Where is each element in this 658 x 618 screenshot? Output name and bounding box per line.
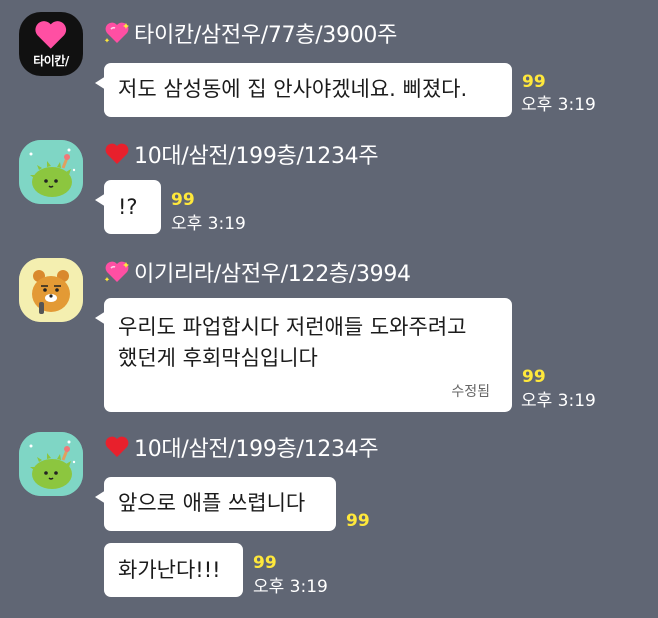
avatar-green-character[interactable] <box>19 140 83 204</box>
avatar-green-character[interactable] <box>19 432 83 496</box>
sparkling-heart-icon <box>35 21 67 49</box>
sparkling-heart-icon <box>104 261 129 282</box>
message-time: 오후 3:19 <box>521 391 596 411</box>
unread-count: 99 <box>522 367 546 387</box>
unread-count: 99 <box>522 72 546 92</box>
message-time: 오후 3:19 <box>171 214 246 234</box>
message-bubble[interactable]: 앞으로 애플 쓰렵니다 <box>95 477 336 531</box>
message-text-line: 우리도 파업합시다 저런애들 도와주려고 <box>118 315 467 339</box>
message-time: 오후 3:19 <box>521 95 596 115</box>
unread-count: 99 <box>253 553 277 573</box>
sender-name[interactable]: 타이칸/삼전우/77층/3900주 <box>104 17 397 49</box>
sparkling-heart-icon <box>104 22 129 43</box>
sender-name[interactable]: 10대/삼전/199층/1234주 <box>104 431 379 463</box>
message-text: 앞으로 애플 쓰렵니다 <box>118 491 306 515</box>
bear-character-icon <box>19 258 83 322</box>
green-character-icon <box>19 140 83 204</box>
unread-count: 99 <box>171 190 195 210</box>
message-text-line: 했던게 후회막심입니다 <box>118 346 318 370</box>
message-bubble[interactable]: 우리도 파업합시다 저런애들 도와주려고 했던게 후회막심입니다 수정됨 <box>95 298 512 412</box>
sender-name[interactable]: 10대/삼전/199층/1234주 <box>104 138 379 170</box>
edited-label: 수정됨 <box>451 384 490 400</box>
message-bubble[interactable]: 화가난다!!! <box>104 543 243 597</box>
green-character-icon <box>19 432 83 496</box>
message-bubble[interactable]: 저도 삼성동에 집 안사야겠네요. 삐졌다. <box>95 63 512 117</box>
avatar-ryan-character[interactable] <box>19 258 83 322</box>
message-text: 화가난다!!! <box>118 558 221 582</box>
red-heart-icon <box>105 436 129 457</box>
message-text: 저도 삼성동에 집 안사야겠네요. 삐졌다. <box>118 77 468 101</box>
avatar-brand-label: 타이칸/ <box>33 19 69 68</box>
message-time: 오후 3:19 <box>253 577 328 597</box>
avatar-taycan[interactable]: 타이칸/ <box>19 12 83 76</box>
sender-name[interactable]: 이기리라/삼전우/122층/3994 <box>104 256 411 288</box>
message-bubble[interactable]: !? <box>95 180 161 234</box>
red-heart-icon <box>105 143 129 164</box>
unread-count: 99 <box>346 511 370 531</box>
message-text: !? <box>118 195 138 219</box>
